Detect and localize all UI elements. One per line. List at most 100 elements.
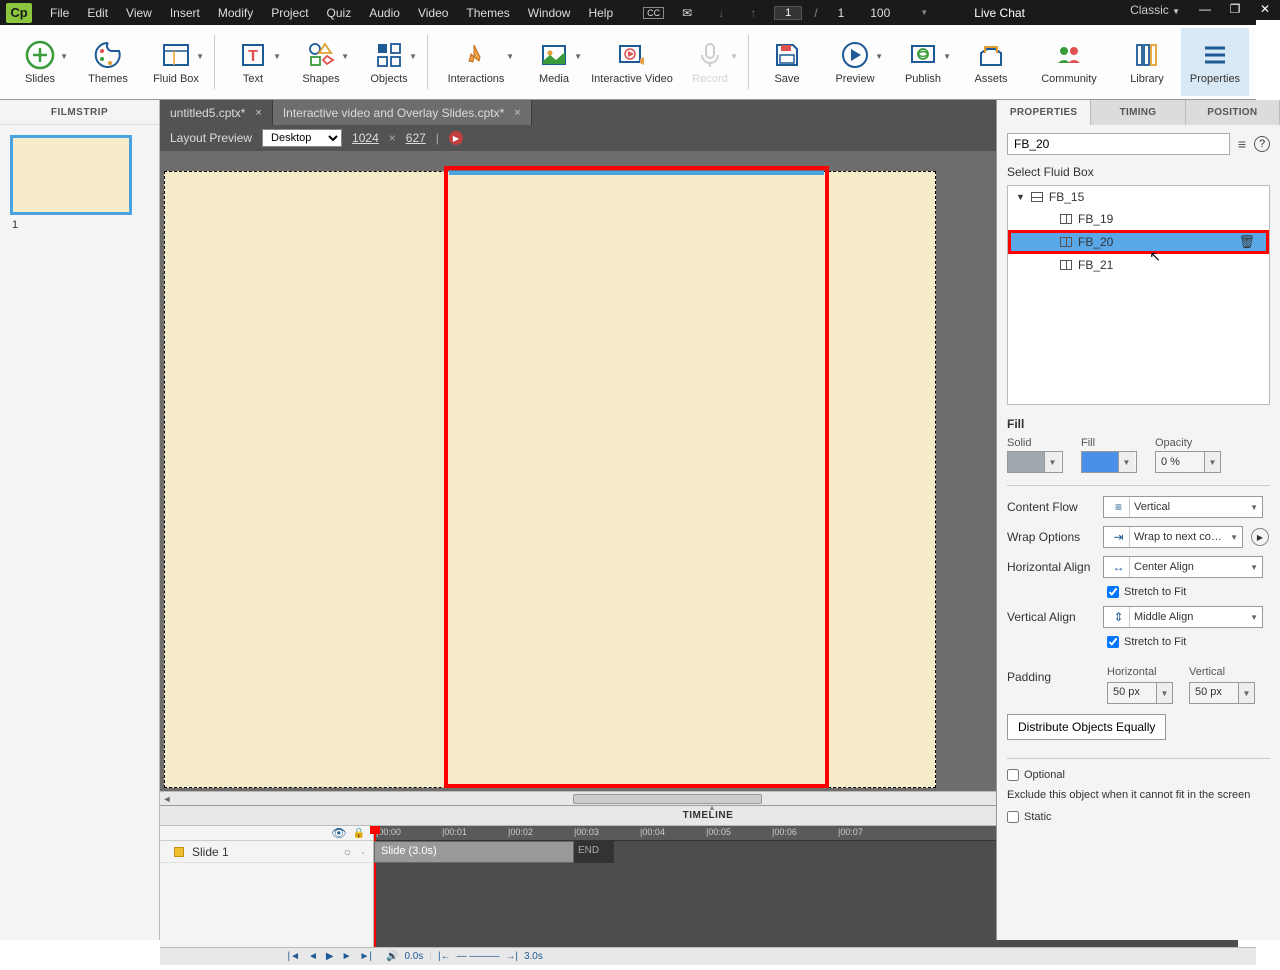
menu-insert[interactable]: Insert: [162, 4, 208, 22]
live-chat-link[interactable]: Live Chat: [966, 4, 1033, 22]
opacity-dropdown[interactable]: 0 %▼: [1155, 451, 1221, 473]
workspace-dropdown[interactable]: Classic ▼: [1130, 3, 1180, 17]
ribbon-preview[interactable]: ▼Preview: [821, 28, 889, 96]
menu-audio[interactable]: Audio: [361, 4, 408, 22]
ribbon-publish[interactable]: ▼Publish: [889, 28, 957, 96]
page-navigator: / 1: [774, 4, 852, 22]
optional-checkbox[interactable]: Optional: [1007, 769, 1270, 781]
ribbon-community[interactable]: Community: [1025, 28, 1113, 96]
tab-timing[interactable]: TIMING: [1091, 100, 1185, 125]
skip-back-icon[interactable]: |←: [438, 951, 451, 962]
halign-dropdown[interactable]: ↔Center Align▼: [1103, 556, 1263, 578]
tab-position[interactable]: POSITION: [1186, 100, 1280, 125]
wrap-preview-button[interactable]: ▶: [1251, 528, 1269, 546]
ribbon-objects[interactable]: ▼Objects: [355, 28, 423, 96]
ribbon-shapes[interactable]: ▼Shapes: [287, 28, 355, 96]
menu-edit[interactable]: Edit: [79, 4, 116, 22]
content-flow-dropdown[interactable]: ≡Vertical▼: [1103, 496, 1263, 518]
next-frame-button[interactable]: ►: [342, 951, 352, 962]
skip-fwd-icon[interactable]: →|: [505, 951, 518, 962]
fluid-box-icon: [1060, 260, 1072, 270]
menubar-right: CC ✉ ↓ ↑ / 1 100 ▼ Live Chat: [643, 4, 1033, 22]
eye-icon[interactable]: 👁: [331, 826, 346, 840]
minimize-button[interactable]: —: [1190, 0, 1220, 20]
window-controls: — ❐ ✕: [1190, 0, 1280, 20]
padding-vertical-input[interactable]: 50 px▼: [1189, 682, 1255, 704]
zoom-control[interactable]: 100 ▼: [862, 4, 936, 22]
pad-h-label: Horizontal: [1107, 666, 1173, 678]
timeline-track-row[interactable]: Slide 1 ○ ·: [160, 841, 373, 863]
fluid-box-icon: [1060, 237, 1072, 247]
filmstrip-panel: FILMSTRIP 1: [0, 100, 160, 940]
help-icon[interactable]: ?: [1254, 136, 1270, 152]
canvas-width[interactable]: 1024: [352, 131, 379, 145]
slide-clip[interactable]: Slide (3.0s): [374, 841, 574, 863]
fill-color-dropdown[interactable]: ▼: [1081, 451, 1137, 473]
close-button[interactable]: ✕: [1250, 0, 1280, 20]
menu-modify[interactable]: Modify: [210, 4, 261, 22]
up-icon[interactable]: ↑: [742, 4, 764, 22]
tree-row-fb20[interactable]: FB_20 🗑: [1008, 230, 1269, 254]
cc-icon[interactable]: CC: [643, 7, 664, 19]
play-icon[interactable]: ▶: [449, 131, 463, 145]
canvas-height[interactable]: 627: [406, 131, 426, 145]
valign-dropdown[interactable]: ⇕Middle Align▼: [1103, 606, 1263, 628]
tab-properties[interactable]: PROPERTIES: [997, 100, 1091, 125]
last-frame-button[interactable]: ►|: [360, 951, 373, 962]
sound-icon[interactable]: 🔊: [386, 951, 398, 962]
menu-video[interactable]: Video: [410, 4, 456, 22]
object-name-input[interactable]: [1007, 133, 1230, 155]
page-current-input[interactable]: [774, 6, 802, 20]
ribbon-assets[interactable]: Assets: [957, 28, 1025, 96]
first-frame-button[interactable]: |◄: [287, 951, 300, 962]
document-tab[interactable]: untitled5.cptx*×: [160, 100, 273, 125]
lock-icon[interactable]: 🔒: [353, 828, 365, 839]
wrap-options-label: Wrap Options: [1007, 530, 1095, 544]
ribbon-themes[interactable]: Themes: [74, 28, 142, 96]
selected-fluid-box-highlight[interactable]: [444, 166, 829, 788]
stretch-v-checkbox[interactable]: Stretch to Fit: [1107, 636, 1270, 648]
close-tab-icon[interactable]: ×: [514, 107, 520, 119]
close-tab-icon[interactable]: ×: [255, 107, 261, 119]
maximize-button[interactable]: ❐: [1220, 0, 1250, 20]
wrap-options-dropdown[interactable]: ⇥Wrap to next co…▼: [1103, 526, 1243, 548]
ribbon-interactions[interactable]: ▼Interactions: [432, 28, 520, 96]
properties-panel: PROPERTIES TIMING POSITION ≡ ? Select Fl…: [996, 100, 1280, 940]
timeline-controls: |◄ ◄ ▶ ► ►| 🔊 0.0s | |← — ——— →| 3.0s: [160, 947, 1256, 965]
tree-row-fb21[interactable]: FB_21: [1008, 254, 1269, 276]
tree-row-fb19[interactable]: FB_19: [1008, 208, 1269, 230]
solid-fill-dropdown[interactable]: ▼: [1007, 451, 1063, 473]
document-tab[interactable]: Interactive video and Overlay Slides.cpt…: [273, 100, 532, 125]
device-dropdown[interactable]: Desktop: [262, 129, 342, 147]
ribbon-text[interactable]: T ▼Text: [219, 28, 287, 96]
distribute-button[interactable]: Distribute Objects Equally: [1007, 714, 1166, 740]
mail-icon[interactable]: ✉: [674, 4, 700, 22]
play-button[interactable]: ▶: [326, 951, 334, 962]
padding-horizontal-input[interactable]: 50 px▼: [1107, 682, 1173, 704]
menu-project[interactable]: Project: [263, 4, 316, 22]
ribbon-library[interactable]: Library: [1113, 28, 1181, 96]
slide-thumbnail[interactable]: [10, 135, 132, 215]
menu-icon[interactable]: ≡: [1238, 136, 1246, 152]
tree-row-fb15[interactable]: ▼ FB_15: [1008, 186, 1269, 208]
stretch-h-checkbox[interactable]: Stretch to Fit: [1107, 586, 1270, 598]
valign-label: Vertical Align: [1007, 610, 1095, 624]
pad-v-label: Vertical: [1189, 666, 1255, 678]
menu-view[interactable]: View: [118, 4, 160, 22]
ribbon-record[interactable]: ▼Record: [676, 28, 744, 96]
menu-themes[interactable]: Themes: [458, 4, 517, 22]
ribbon-slides[interactable]: ▼Slides: [6, 28, 74, 96]
ribbon-fluid-box[interactable]: ▼Fluid Box: [142, 28, 210, 96]
menu-file[interactable]: File: [42, 4, 77, 22]
down-icon[interactable]: ↓: [710, 4, 732, 22]
ribbon-interactive-video[interactable]: Interactive Video: [588, 28, 676, 96]
ribbon-save[interactable]: Save: [753, 28, 821, 96]
static-checkbox[interactable]: Static: [1007, 811, 1270, 823]
prev-frame-button[interactable]: ◄: [308, 951, 318, 962]
ribbon-media[interactable]: ▼Media: [520, 28, 588, 96]
menu-help[interactable]: Help: [580, 4, 621, 22]
trash-icon[interactable]: 🗑: [1238, 234, 1255, 250]
ribbon-properties[interactable]: Properties: [1181, 28, 1249, 96]
menu-window[interactable]: Window: [520, 4, 579, 22]
menu-quiz[interactable]: Quiz: [319, 4, 360, 22]
